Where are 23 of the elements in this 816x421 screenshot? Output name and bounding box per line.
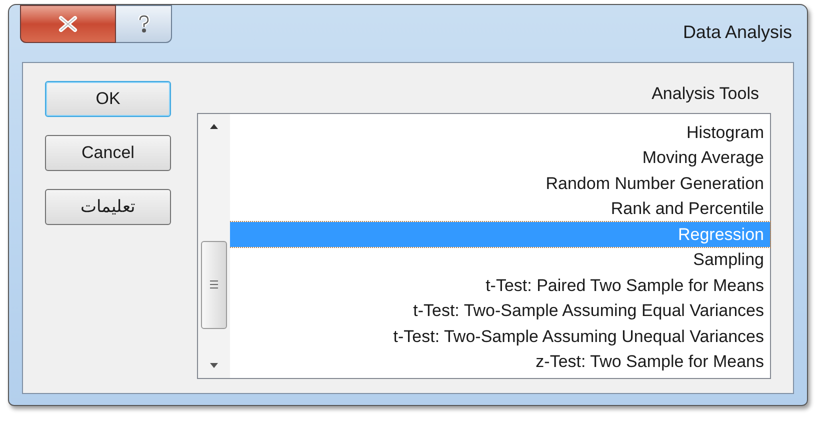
list-item[interactable]: z-Test: Two Sample for Means: [230, 349, 770, 374]
list-item[interactable]: t-Test: Two-Sample Assuming Equal Variances: [230, 298, 770, 324]
list-item[interactable]: Random Number Generation: [230, 170, 770, 196]
list-item[interactable]: Sampling: [230, 247, 770, 272]
close-icon: [58, 16, 78, 32]
window-title: Data Analysis: [682, 21, 792, 44]
list-item[interactable]: Rank and Percentile: [230, 196, 770, 222]
list-item[interactable]: t-Test: Paired Two Sample for Means: [230, 272, 770, 298]
list-item[interactable]: Histogram: [230, 120, 770, 145]
close-button[interactable]: [20, 5, 116, 43]
scroll-down-icon[interactable]: [209, 362, 219, 368]
dialog-button[interactable]: تعليمات: [45, 189, 171, 225]
scrollbar[interactable]: [198, 114, 230, 378]
help-button[interactable]: [116, 5, 172, 43]
dialog-button[interactable]: Cancel: [45, 135, 171, 171]
scrollbar-thumb[interactable]: [201, 240, 227, 328]
grip-icon: [210, 280, 218, 289]
scroll-up-icon[interactable]: [209, 122, 219, 128]
list-label: Analysis Tools: [652, 83, 759, 105]
list-item[interactable]: Moving Average: [230, 145, 770, 170]
help-icon: [138, 15, 150, 33]
dialog-button[interactable]: OK: [45, 81, 171, 117]
list-item[interactable]: t-Test: Two-Sample Assuming Unequal Variances: [230, 324, 770, 349]
